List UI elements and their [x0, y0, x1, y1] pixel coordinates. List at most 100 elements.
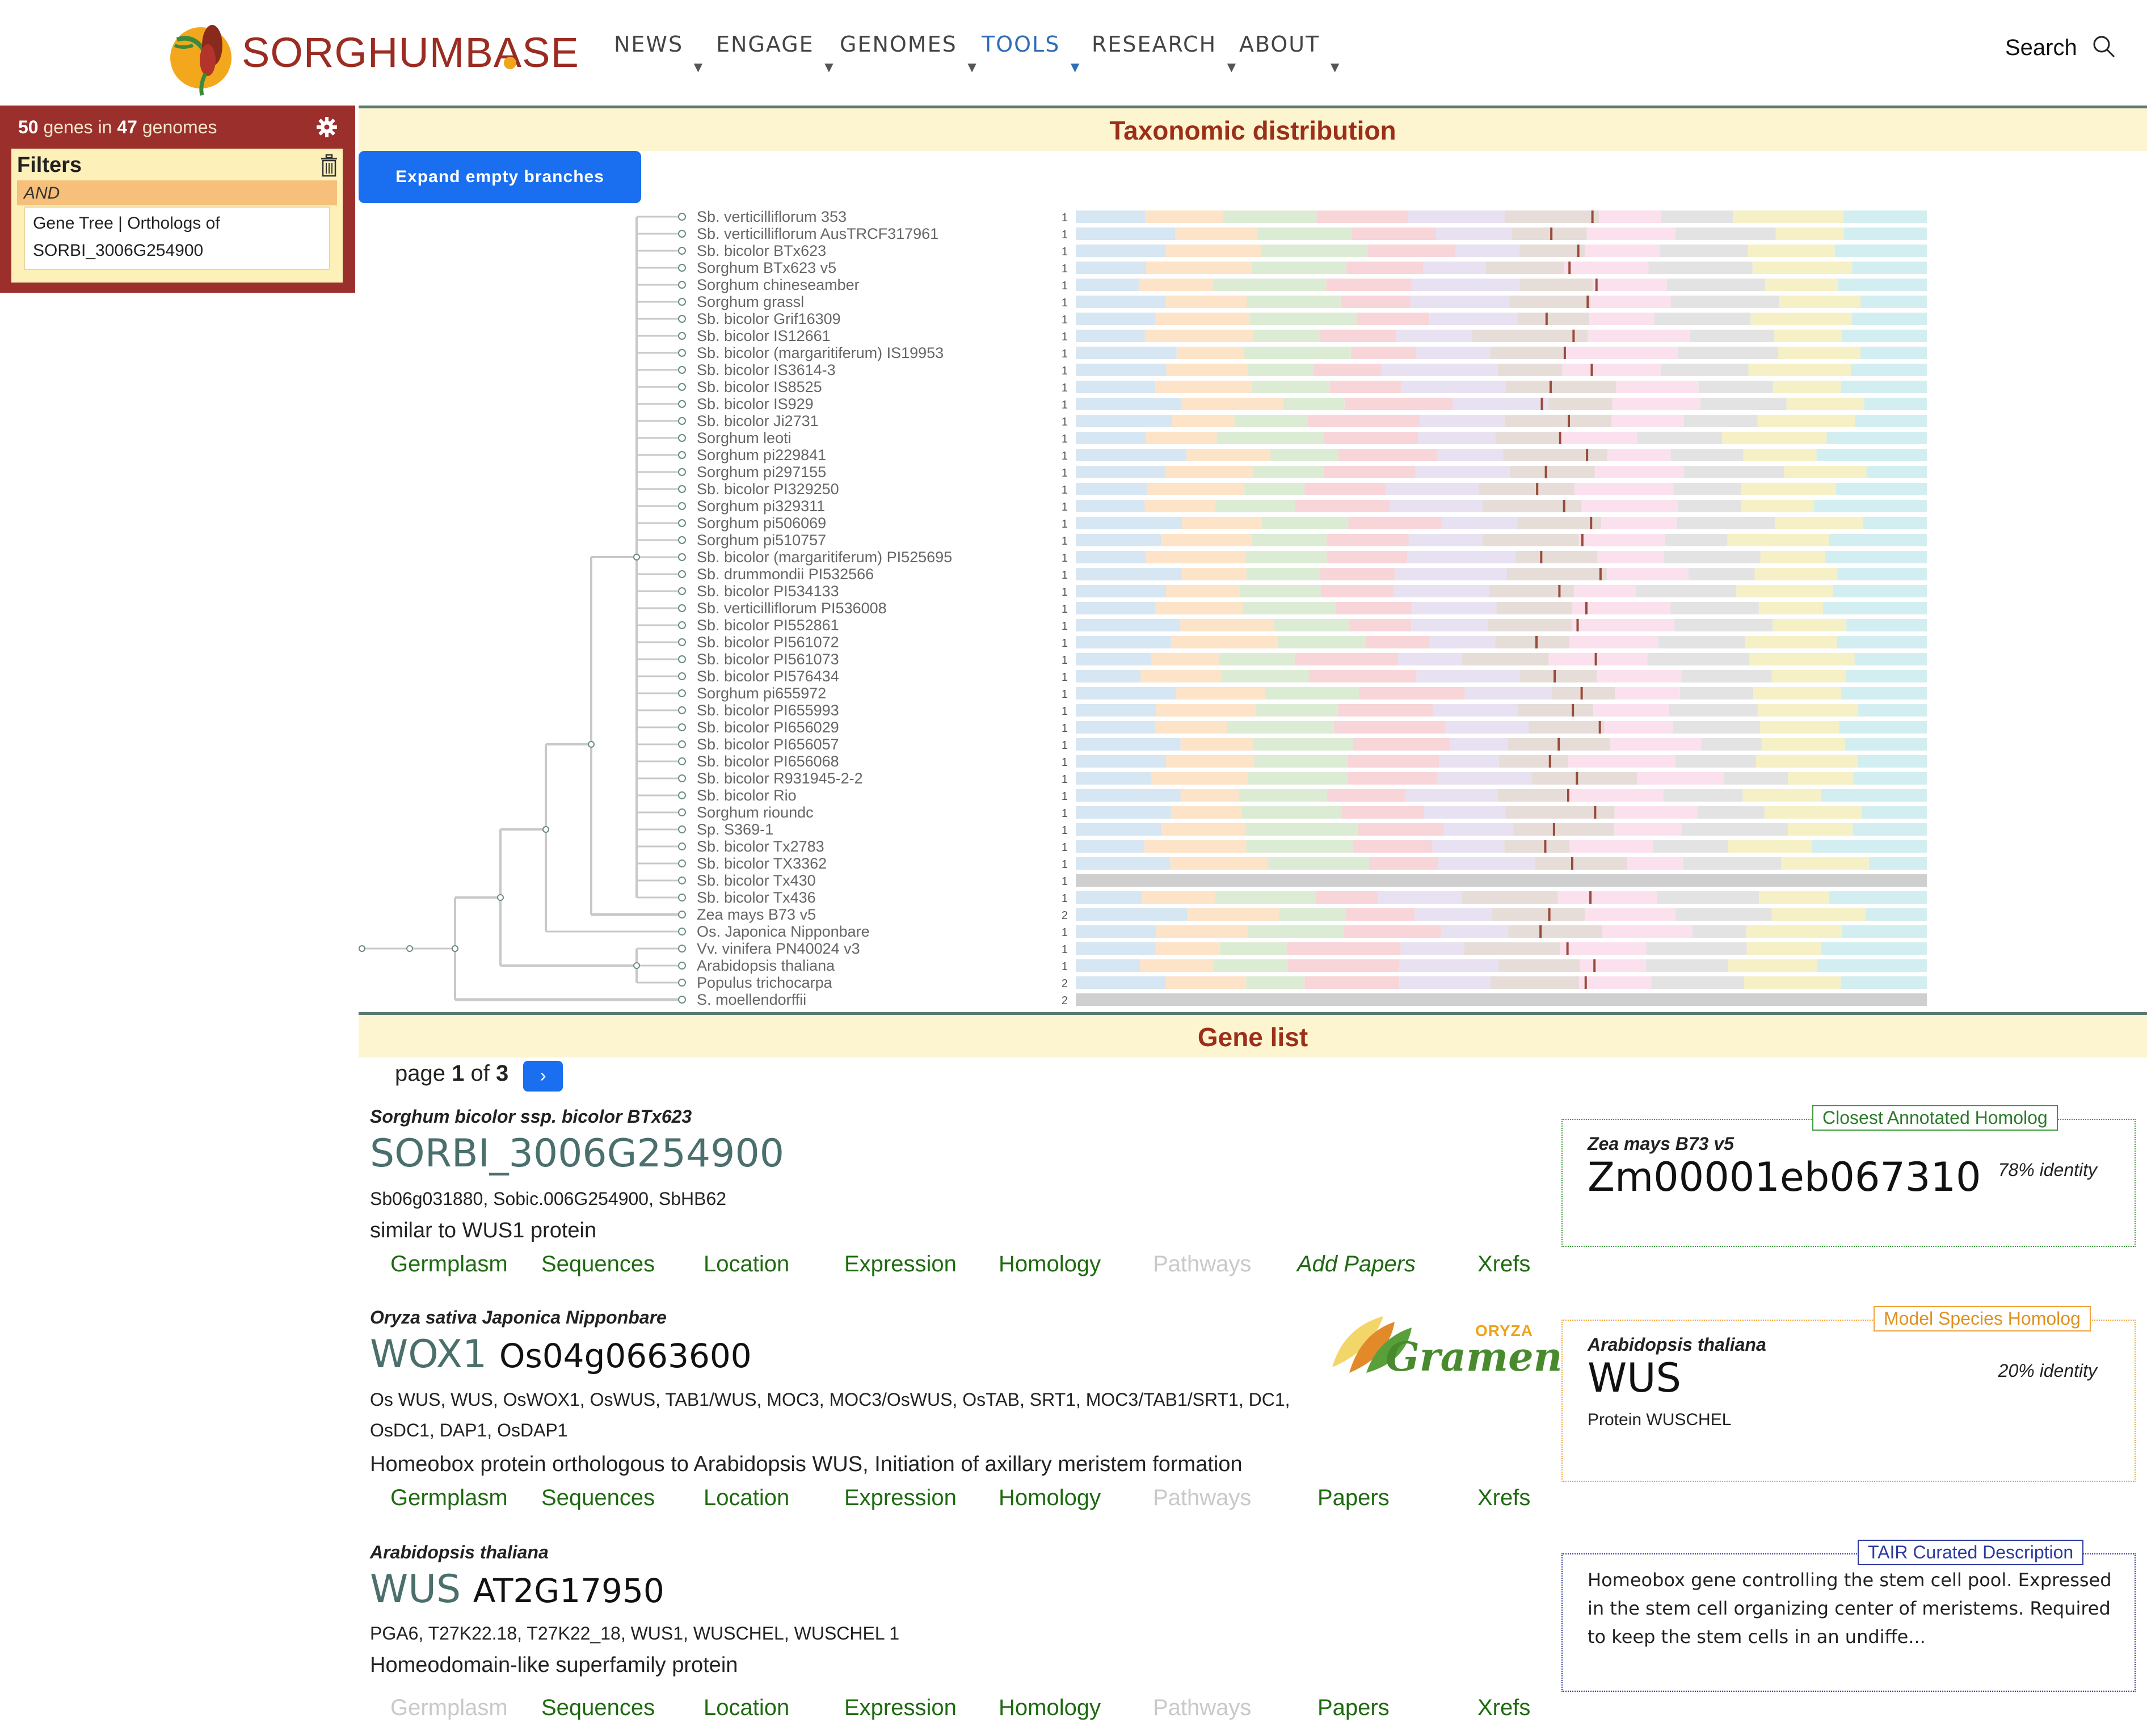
homolog-name[interactable]: WUS	[1588, 1355, 1681, 1401]
chromosome-segment	[1495, 636, 1570, 648]
chromosome-segment	[1741, 500, 1815, 512]
chromosome-segment	[1670, 296, 1779, 308]
chromosome-segment	[1462, 653, 1549, 665]
chromosome-segment	[1866, 466, 1927, 478]
chromosome-segment	[1076, 993, 1927, 1006]
chromosome-segment	[1251, 381, 1330, 393]
gene-position-marker	[1545, 313, 1548, 325]
gene-name[interactable]: WUS AT2G17950	[370, 1567, 664, 1612]
chromosome-segment	[1076, 602, 1156, 614]
homology-link[interactable]: Homology	[999, 1485, 1101, 1511]
location-link[interactable]: Location	[704, 1252, 789, 1277]
chromosome-segment	[1155, 602, 1243, 614]
sequences-link[interactable]: Sequences	[541, 1485, 655, 1511]
genome-gene-count: 1	[1062, 365, 1068, 377]
gene-name[interactable]: WOX1 Os04g0663600	[370, 1332, 752, 1377]
chromosome-segment	[1256, 704, 1338, 717]
chromosome-segment	[1415, 908, 1492, 921]
chromosome-segment	[1247, 772, 1348, 785]
chromosome-segment	[1418, 432, 1496, 444]
chromosome-segment	[1245, 551, 1327, 563]
tree-node	[633, 554, 640, 561]
chromosome-segment	[1140, 670, 1222, 682]
genome-label: Sb. bicolor IS8525	[697, 378, 822, 395]
trash-icon[interactable]	[320, 154, 338, 177]
chromosome-segment	[1076, 483, 1147, 495]
papers-link[interactable]: Papers	[1317, 1485, 1390, 1511]
papers-link[interactable]: Papers	[1317, 1695, 1390, 1721]
add-papers-link[interactable]: Add Papers	[1297, 1252, 1416, 1277]
chromosome-segment	[1076, 398, 1182, 410]
genome-count: 47	[117, 117, 137, 137]
expression-link[interactable]: Expression	[844, 1252, 957, 1277]
homology-link[interactable]: Homology	[999, 1252, 1101, 1277]
expand-empty-branches-button[interactable]: Expand empty branches	[359, 151, 641, 203]
nav-engage[interactable]: ENGAGE ▼	[716, 32, 833, 74]
genomes-label: genomes	[142, 117, 217, 137]
chromosome-segment	[1760, 721, 1839, 734]
xrefs-link[interactable]: Xrefs	[1477, 1252, 1530, 1277]
germplasm-link[interactable]: Germplasm	[390, 1485, 508, 1511]
genome-label: Sb. bicolor Grif16309	[697, 310, 841, 327]
search-icon[interactable]	[2091, 34, 2116, 59]
chromosome-segment	[1775, 227, 1844, 240]
gene-position-marker	[1563, 500, 1565, 512]
nav-genomes[interactable]: GENOMES ▼	[840, 32, 976, 74]
homolog-name[interactable]: Zm00001eb067310	[1588, 1154, 1981, 1200]
filter-item[interactable]: Gene Tree | Orthologs of SORBI_3006G2549…	[24, 207, 330, 270]
germplasm-link: Germplasm	[390, 1695, 508, 1720]
gramene-oryza-logo[interactable]: ORYZA Gramene	[1327, 1305, 1588, 1384]
gene-count: 50	[18, 117, 39, 137]
sorghumbase-logo[interactable]: SORGHUMBASE	[160, 11, 579, 96]
model-homolog-box[interactable]: Model Species Homolog Arabidopsis thalia…	[1561, 1306, 2136, 1482]
sequences-link[interactable]: Sequences	[541, 1252, 655, 1277]
chromosome-segment	[1853, 823, 1927, 836]
genome-gene-count: 1	[1062, 773, 1068, 786]
next-page-button[interactable]: ›	[523, 1061, 563, 1092]
chromosome-segment	[1821, 789, 1927, 802]
chromosome-segment	[1519, 245, 1585, 257]
xrefs-link[interactable]: Xrefs	[1477, 1485, 1530, 1511]
gene-name-label: WOX1	[370, 1332, 487, 1377]
tree-node	[542, 826, 549, 833]
nav-tools[interactable]: TOOLS ▼	[982, 32, 1079, 74]
chromosome-segment	[1498, 789, 1567, 802]
closest-homolog-box[interactable]: Closest Annotated Homolog Zea mays B73 v…	[1561, 1105, 2136, 1247]
chromosome-segment	[1658, 636, 1745, 648]
chromosome-segment	[1247, 296, 1341, 308]
sequences-link[interactable]: Sequences	[541, 1695, 655, 1721]
genome-gene-count: 1	[1062, 552, 1068, 564]
nav-news[interactable]: NEWS ▼	[614, 32, 702, 74]
nav-research[interactable]: RESEARCH ▼	[1092, 32, 1236, 74]
search-link[interactable]: Search	[2005, 35, 2077, 61]
pager: page 1 of 3	[395, 1061, 508, 1086]
chromosome-segment	[1839, 721, 1927, 734]
chromosome-segment	[1673, 483, 1741, 495]
chromosome-segment	[1156, 704, 1256, 717]
homology-link[interactable]: Homology	[999, 1695, 1101, 1721]
chromosome-segment	[1757, 415, 1855, 427]
expression-link[interactable]: Expression	[844, 1485, 957, 1511]
gene-position-marker	[1572, 704, 1575, 717]
chromosome-segment	[1560, 942, 1647, 955]
gene-position-marker	[1595, 279, 1598, 291]
chromosome-segment	[1308, 670, 1417, 682]
tree-leaf	[678, 349, 686, 357]
genome-gene-count: 2	[1062, 909, 1068, 922]
nav-about[interactable]: ABOUT ▼	[1239, 32, 1339, 74]
chromosome-segment	[1076, 789, 1181, 802]
gene-name[interactable]: SORBI_3006G254900	[370, 1131, 784, 1176]
chromosome-segment	[1637, 772, 1724, 785]
filter-operator[interactable]: AND	[17, 180, 337, 205]
location-link[interactable]: Location	[704, 1485, 789, 1511]
chromosome-segment	[1858, 704, 1927, 717]
germplasm-link[interactable]: Germplasm	[390, 1252, 508, 1277]
tree-leaf	[678, 825, 686, 833]
chromosome-segment	[1244, 483, 1305, 495]
location-link[interactable]: Location	[704, 1695, 789, 1721]
gear-icon[interactable]	[315, 116, 338, 138]
chromosome-segment	[1441, 517, 1518, 529]
xrefs-link[interactable]: Xrefs	[1477, 1695, 1530, 1721]
expression-link[interactable]: Expression	[844, 1695, 957, 1721]
chromosome-segment	[1593, 704, 1669, 717]
